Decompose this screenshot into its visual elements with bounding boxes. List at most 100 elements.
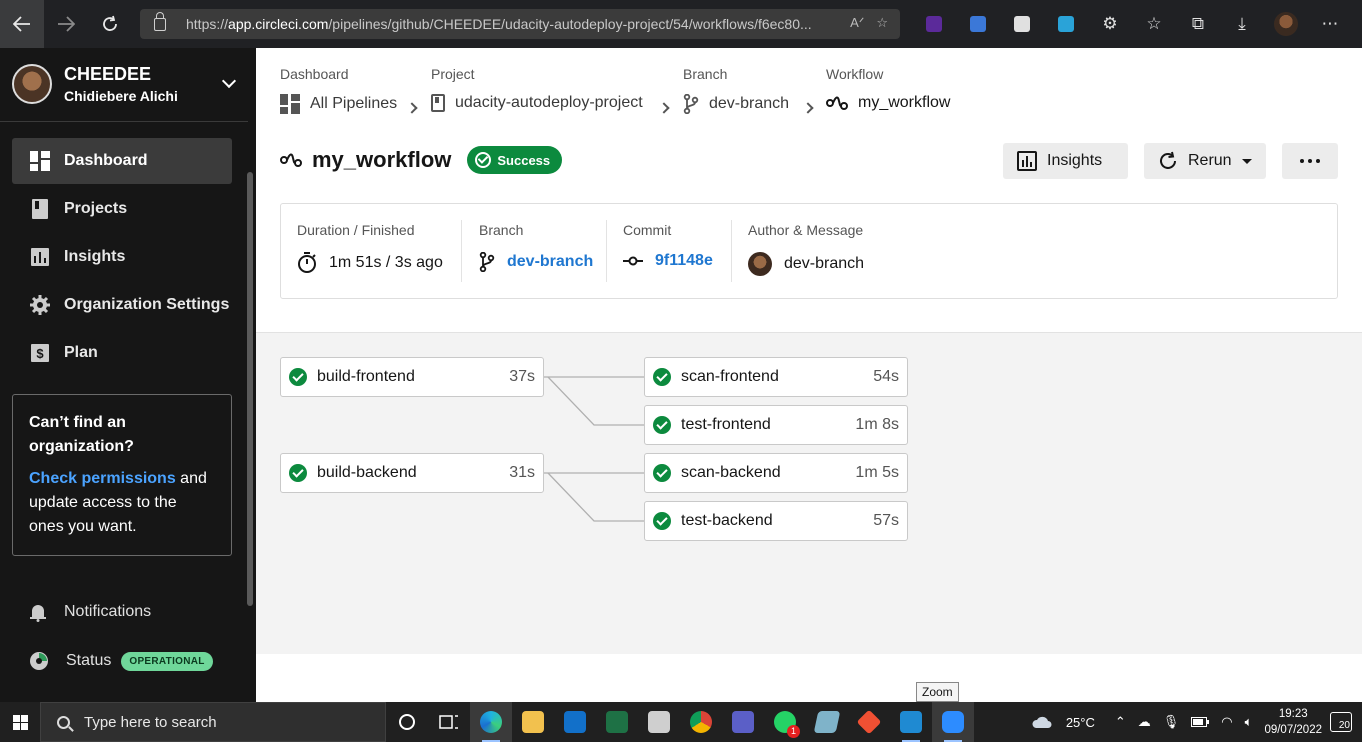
breadcrumb-branch-link[interactable]: dev-branch xyxy=(683,94,789,114)
help-question: Can’t find an organization? xyxy=(29,414,134,455)
taskbar-zoom[interactable] xyxy=(932,702,974,742)
profile-avatar[interactable] xyxy=(1264,0,1308,48)
shopping-extension-icon[interactable] xyxy=(1000,0,1044,48)
read-aloud-icon[interactable]: Aᐟ xyxy=(850,15,864,31)
translate-extension-icon[interactable] xyxy=(956,0,1000,48)
sidebar-item-organization-settings[interactable]: Organization Settings xyxy=(12,282,232,328)
commit-link[interactable]: 9f1148e xyxy=(655,252,713,270)
sidebar-item-label: Plan xyxy=(64,344,98,361)
task-view-icon xyxy=(439,715,458,729)
job-duration: 57s xyxy=(873,512,899,529)
branch-link[interactable]: dev-branch xyxy=(507,253,593,271)
status-link[interactable]: Status OPERATIONAL xyxy=(28,650,213,672)
chevron-up-icon[interactable]: ⌃ xyxy=(1115,714,1126,730)
breadcrumb-all-pipelines[interactable]: All Pipelines xyxy=(280,94,397,114)
sidebar-item-projects[interactable]: Projects xyxy=(12,186,232,232)
main-content: Dashboard All Pipelines Project udacity-… xyxy=(256,48,1362,702)
taskbar-outlook[interactable] xyxy=(554,702,596,742)
edge-icon xyxy=(480,711,502,733)
check-permissions-link[interactable]: Check permissions xyxy=(29,470,176,487)
breadcrumb-value: dev-branch xyxy=(709,95,790,112)
start-button[interactable] xyxy=(0,702,40,742)
url-path: /pipelines/github/CHEEDEE/udacity-autode… xyxy=(328,16,812,32)
address-bar[interactable]: https://app.circleci.com/pipelines/githu… xyxy=(140,9,900,39)
battery-icon[interactable] xyxy=(1191,717,1210,727)
more-menu-icon[interactable]: ⋯ xyxy=(1308,0,1352,48)
back-button[interactable] xyxy=(0,0,44,48)
summary-label: Author & Message xyxy=(748,222,864,238)
wifi-icon[interactable]: ◠ xyxy=(1221,714,1232,730)
insights-button-label: Insights xyxy=(1047,152,1103,169)
forward-button[interactable] xyxy=(44,0,88,48)
avatar xyxy=(12,64,52,104)
refresh-button[interactable] xyxy=(88,0,132,48)
breadcrumb-dashboard: Dashboard All Pipelines xyxy=(280,66,397,114)
insights-button[interactable]: Insights xyxy=(1003,143,1128,179)
cortana-button[interactable] xyxy=(386,702,428,742)
breadcrumb-workflow: Workflow my_workflow xyxy=(826,66,950,112)
taskbar-teams[interactable] xyxy=(722,702,764,742)
job-duration: 1m 5s xyxy=(855,464,899,481)
taskbar-snipping-tool[interactable] xyxy=(638,702,680,742)
more-actions-button[interactable] xyxy=(1282,143,1338,179)
summary-branch: Branch dev-branch xyxy=(479,204,593,300)
notifications-label: Notifications xyxy=(64,603,152,620)
collections-icon[interactable]: ⧉ xyxy=(1176,0,1220,48)
job-build-frontend[interactable]: build-frontend 37s xyxy=(280,357,544,397)
excel-extension-icon[interactable] xyxy=(1044,0,1088,48)
sidebar-scrollbar[interactable] xyxy=(247,172,253,606)
onedrive-icon[interactable]: ☁ xyxy=(1138,714,1151,730)
browser-toolbar: https://app.circleci.com/pipelines/githu… xyxy=(0,0,1362,48)
breadcrumb-project-link[interactable]: udacity-autodeploy-project xyxy=(431,94,643,112)
taskbar-notes[interactable] xyxy=(806,702,848,742)
downloads-icon[interactable]: ⤓ xyxy=(1220,0,1264,48)
commit-message: dev-branch xyxy=(784,255,865,272)
org-name: CHEEDEE xyxy=(64,64,152,84)
rerun-button[interactable]: Rerun xyxy=(1144,143,1266,179)
status-icon xyxy=(28,650,50,672)
taskbar-search[interactable]: Type here to search xyxy=(40,702,386,742)
taskbar-git[interactable] xyxy=(848,702,890,742)
weather-icon[interactable] xyxy=(1030,714,1054,730)
extensions-icon[interactable]: ⚙ xyxy=(1088,0,1132,48)
job-scan-frontend[interactable]: scan-frontend 54s xyxy=(644,357,908,397)
taskbar-chrome[interactable] xyxy=(680,702,722,742)
microphone-icon[interactable]: 🎙︎ xyxy=(1163,714,1180,730)
dashboard-icon xyxy=(30,151,50,171)
job-duration: 37s xyxy=(509,368,535,385)
dollar-icon: $ xyxy=(30,343,50,363)
volume-icon[interactable]: 🔈︎ xyxy=(1245,714,1253,730)
sidebar-item-plan[interactable]: $ Plan xyxy=(12,330,232,376)
taskbar-file-explorer[interactable] xyxy=(512,702,554,742)
status-text: Success xyxy=(497,152,551,168)
workflow-graph: build-frontend 37s build-backend 31s sca… xyxy=(256,332,1362,654)
sidebar: CHEEDEE Chidiebere Alichi Dashboard Proj… xyxy=(0,48,256,702)
job-scan-backend[interactable]: scan-backend 1m 5s xyxy=(644,453,908,493)
favorite-add-icon[interactable]: ☆ xyxy=(876,15,888,31)
insights-icon xyxy=(1017,151,1037,171)
task-view-button[interactable] xyxy=(428,702,470,742)
sidebar-item-label: Projects xyxy=(64,200,128,217)
notifications-link[interactable]: Notifications xyxy=(28,602,151,622)
org-switcher[interactable]: CHEEDEE Chidiebere Alichi xyxy=(12,64,178,104)
taskbar-whatsapp[interactable]: 1 xyxy=(764,702,806,742)
job-build-backend[interactable]: build-backend 31s xyxy=(280,453,544,493)
summary-label: Duration / Finished xyxy=(297,222,415,238)
divider xyxy=(606,220,607,282)
divider xyxy=(731,220,732,282)
taskbar-vscode[interactable] xyxy=(890,702,932,742)
chevron-down-icon[interactable] xyxy=(221,73,237,89)
taskbar-edge[interactable] xyxy=(470,702,512,742)
temperature[interactable]: 25°C xyxy=(1066,715,1095,730)
taskbar-excel[interactable] xyxy=(596,702,638,742)
check-circle-icon xyxy=(653,416,671,434)
clock[interactable]: 19:23 09/07/2022 xyxy=(1264,706,1322,738)
favorites-icon[interactable]: ☆ xyxy=(1132,0,1176,48)
job-test-frontend[interactable]: test-frontend 1m 8s xyxy=(644,405,908,445)
extension-1-icon[interactable] xyxy=(912,0,956,48)
sidebar-item-dashboard[interactable]: Dashboard xyxy=(12,138,232,184)
sidebar-item-insights[interactable]: Insights xyxy=(12,234,232,280)
sidebar-item-label: Insights xyxy=(64,248,126,265)
notification-center-button[interactable]: 20 xyxy=(1330,712,1352,732)
job-test-backend[interactable]: test-backend 57s xyxy=(644,501,908,541)
